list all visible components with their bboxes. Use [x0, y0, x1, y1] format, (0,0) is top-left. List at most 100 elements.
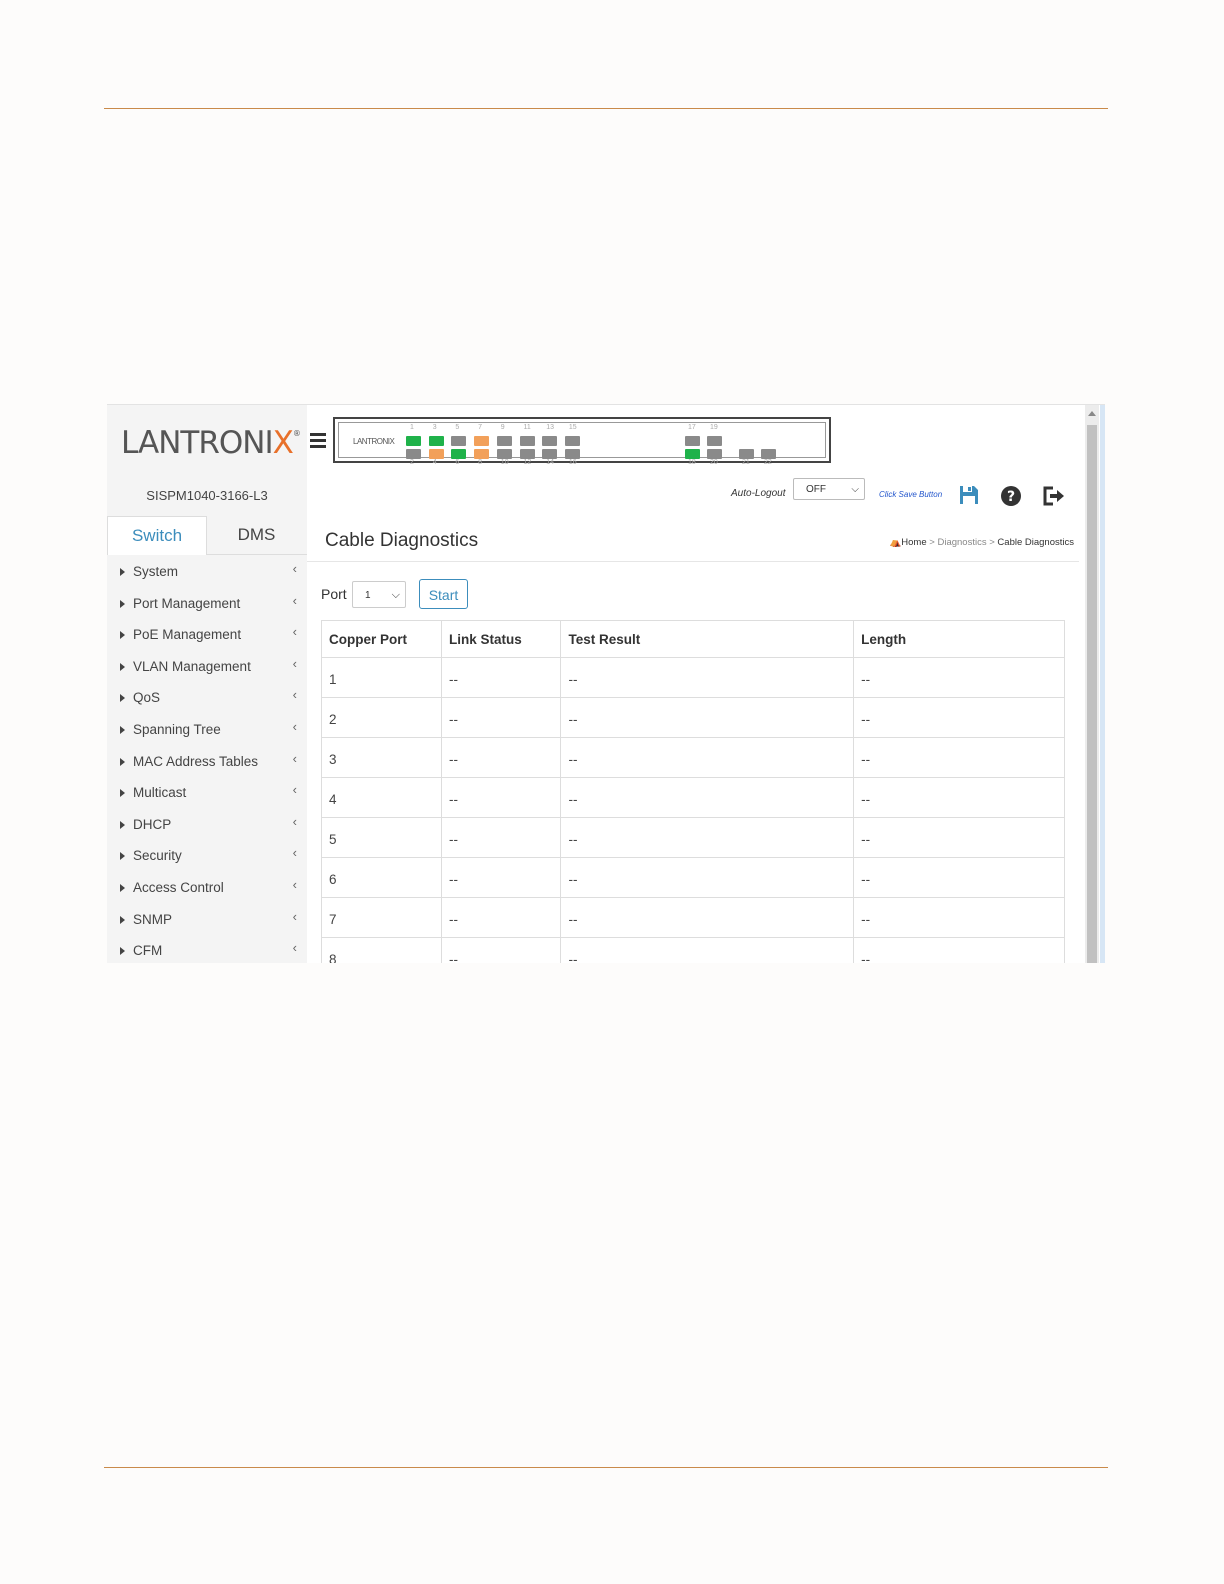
device-port-number: 9: [500, 424, 505, 431]
chevron-down-icon: ⌵: [391, 589, 400, 601]
sidebar-item-system[interactable]: System ‹: [107, 559, 307, 591]
device-port[interactable]: [451, 436, 467, 446]
scrollbar[interactable]: [1085, 405, 1099, 963]
caret-right-icon: [120, 852, 125, 861]
sidebar-item-label: CFM: [133, 943, 163, 959]
page-top-rule: [104, 108, 1108, 109]
sidebar-item-dhcp[interactable]: DHCP ‹: [107, 812, 307, 844]
logout-icon[interactable]: [1042, 485, 1066, 507]
table-cell: --: [853, 857, 1065, 898]
auto-logout-select[interactable]: OFF ⌵: [793, 478, 865, 500]
breadcrumb-home[interactable]: Home: [901, 537, 926, 548]
table-cell: --: [560, 897, 855, 938]
sidebar-item-security[interactable]: Security ‹: [107, 843, 307, 875]
chevron-left-icon: ‹: [292, 940, 297, 956]
device-port-number: 5: [455, 424, 460, 431]
device-port[interactable]: [761, 449, 776, 459]
save-hint: Click Save Button: [879, 490, 943, 499]
scroll-up-icon[interactable]: [1088, 411, 1096, 416]
device-port[interactable]: [406, 449, 421, 459]
table-row: 4 -- -- --: [320, 777, 1065, 818]
device-port[interactable]: [519, 449, 535, 459]
chevron-left-icon: ‹: [292, 750, 297, 766]
sidebar-menu: System ‹ Port Management ‹ PoE Management ‹ VL…: [107, 559, 307, 963]
device-port[interactable]: [542, 436, 558, 446]
device-port-number: 17: [688, 424, 696, 431]
table-cell: 2: [320, 697, 443, 738]
table-cell: --: [560, 817, 855, 858]
device-port[interactable]: [519, 436, 535, 446]
sidebar-item-vlan-management[interactable]: VLAN Management ‹: [107, 654, 307, 686]
sidebar-item-port-management[interactable]: Port Management ‹: [107, 591, 307, 623]
column-header: Test Result: [560, 620, 855, 658]
table-cell: --: [441, 737, 562, 778]
device-model: SISPM1040-3166-L3: [146, 488, 268, 503]
port-select[interactable]: 1 ⌵: [352, 581, 406, 608]
auto-logout-label: Auto-Logout: [731, 488, 786, 499]
device-port-number: 8: [478, 459, 482, 466]
caret-right-icon: [120, 694, 125, 703]
sidebar-item-snmp[interactable]: SNMP ‹: [107, 907, 307, 939]
device-port[interactable]: [474, 449, 490, 459]
device-port[interactable]: [564, 449, 580, 459]
device-port[interactable]: [707, 449, 722, 459]
table-cell: --: [560, 857, 855, 898]
breadcrumb-sep: >: [929, 537, 935, 548]
sidebar-item-label: Spanning Tree: [133, 721, 221, 737]
page-header: Cable Diagnostics ⛺Home > Diagnostics > …: [307, 515, 1079, 562]
device-port[interactable]: [451, 449, 467, 459]
chevron-left-icon: ‹: [292, 561, 297, 576]
device-port[interactable]: [707, 436, 722, 446]
device-port-number: 6: [455, 459, 460, 466]
table-cell: --: [853, 897, 1065, 938]
device-port[interactable]: [428, 449, 444, 459]
sidebar-item-spanning-tree[interactable]: Spanning Tree ‹: [107, 717, 307, 749]
caret-right-icon: [120, 883, 125, 892]
table-cell: 8: [320, 937, 443, 963]
device-port[interactable]: [496, 436, 512, 446]
sidebar-item-qos[interactable]: QoS ‹: [107, 685, 307, 717]
save-icon[interactable]: [959, 485, 979, 505]
tab-dms[interactable]: DMS: [206, 516, 307, 554]
device-port[interactable]: [428, 436, 444, 446]
device-port-number: 19: [710, 424, 718, 431]
svg-text:?: ?: [1007, 489, 1015, 505]
device-port-number: 13: [546, 424, 554, 431]
table-cell: --: [560, 697, 855, 738]
sidebar-item-multicast[interactable]: Multicast ‹: [107, 780, 307, 812]
caret-right-icon: [120, 599, 125, 608]
table-cell: --: [441, 897, 562, 938]
table-cell: 6: [320, 857, 443, 898]
device-port[interactable]: [542, 449, 558, 459]
lantronix-logo[interactable]: LANTRONIX®: [121, 425, 301, 461]
hamburger-menu-icon[interactable]: [310, 433, 326, 451]
sidebar-item-cfm[interactable]: CFM ‹: [107, 938, 307, 963]
device-port[interactable]: [739, 449, 754, 459]
device-port[interactable]: [406, 436, 421, 446]
sidebar-item-poe-management[interactable]: PoE Management ‹: [107, 622, 307, 654]
chevron-left-icon: ‹: [292, 718, 297, 734]
device-panel[interactable]: LANTRONIX 1 2 3 4 5 6 7 8 9 10 11 12 13 14 15 16 17 18 19 2…: [333, 417, 831, 466]
device-port[interactable]: [685, 436, 700, 446]
device-port[interactable]: [564, 436, 580, 446]
sidebar-item-label: DHCP: [133, 816, 172, 832]
device-port[interactable]: [496, 449, 512, 459]
device-port-number: 14: [546, 459, 554, 466]
device-port-number: 2: [410, 459, 414, 466]
scrollbar-thumb[interactable]: [1087, 425, 1097, 963]
table-cell: --: [560, 737, 855, 778]
help-icon[interactable]: ?: [1000, 485, 1022, 507]
table-cell: --: [853, 657, 1065, 698]
sidebar-item-access-control[interactable]: Access Control ‹: [107, 875, 307, 907]
caret-right-icon: [120, 568, 125, 576]
device-port[interactable]: [685, 449, 700, 459]
toolbar: Auto-Logout OFF ⌵ Click Save Button ?: [307, 475, 1087, 515]
breadcrumb: ⛺Home > Diagnostics > Cable Diagnostics: [889, 537, 1074, 548]
device-port[interactable]: [474, 436, 490, 446]
table-cell: 5: [320, 817, 443, 858]
start-button[interactable]: Start: [419, 579, 468, 609]
sidebar-item-mac-address-tables[interactable]: MAC Address Tables ‹: [107, 749, 307, 781]
breadcrumb-diagnostics[interactable]: Diagnostics: [937, 537, 986, 548]
tab-switch[interactable]: Switch: [107, 516, 207, 555]
caret-right-icon: [120, 915, 125, 924]
